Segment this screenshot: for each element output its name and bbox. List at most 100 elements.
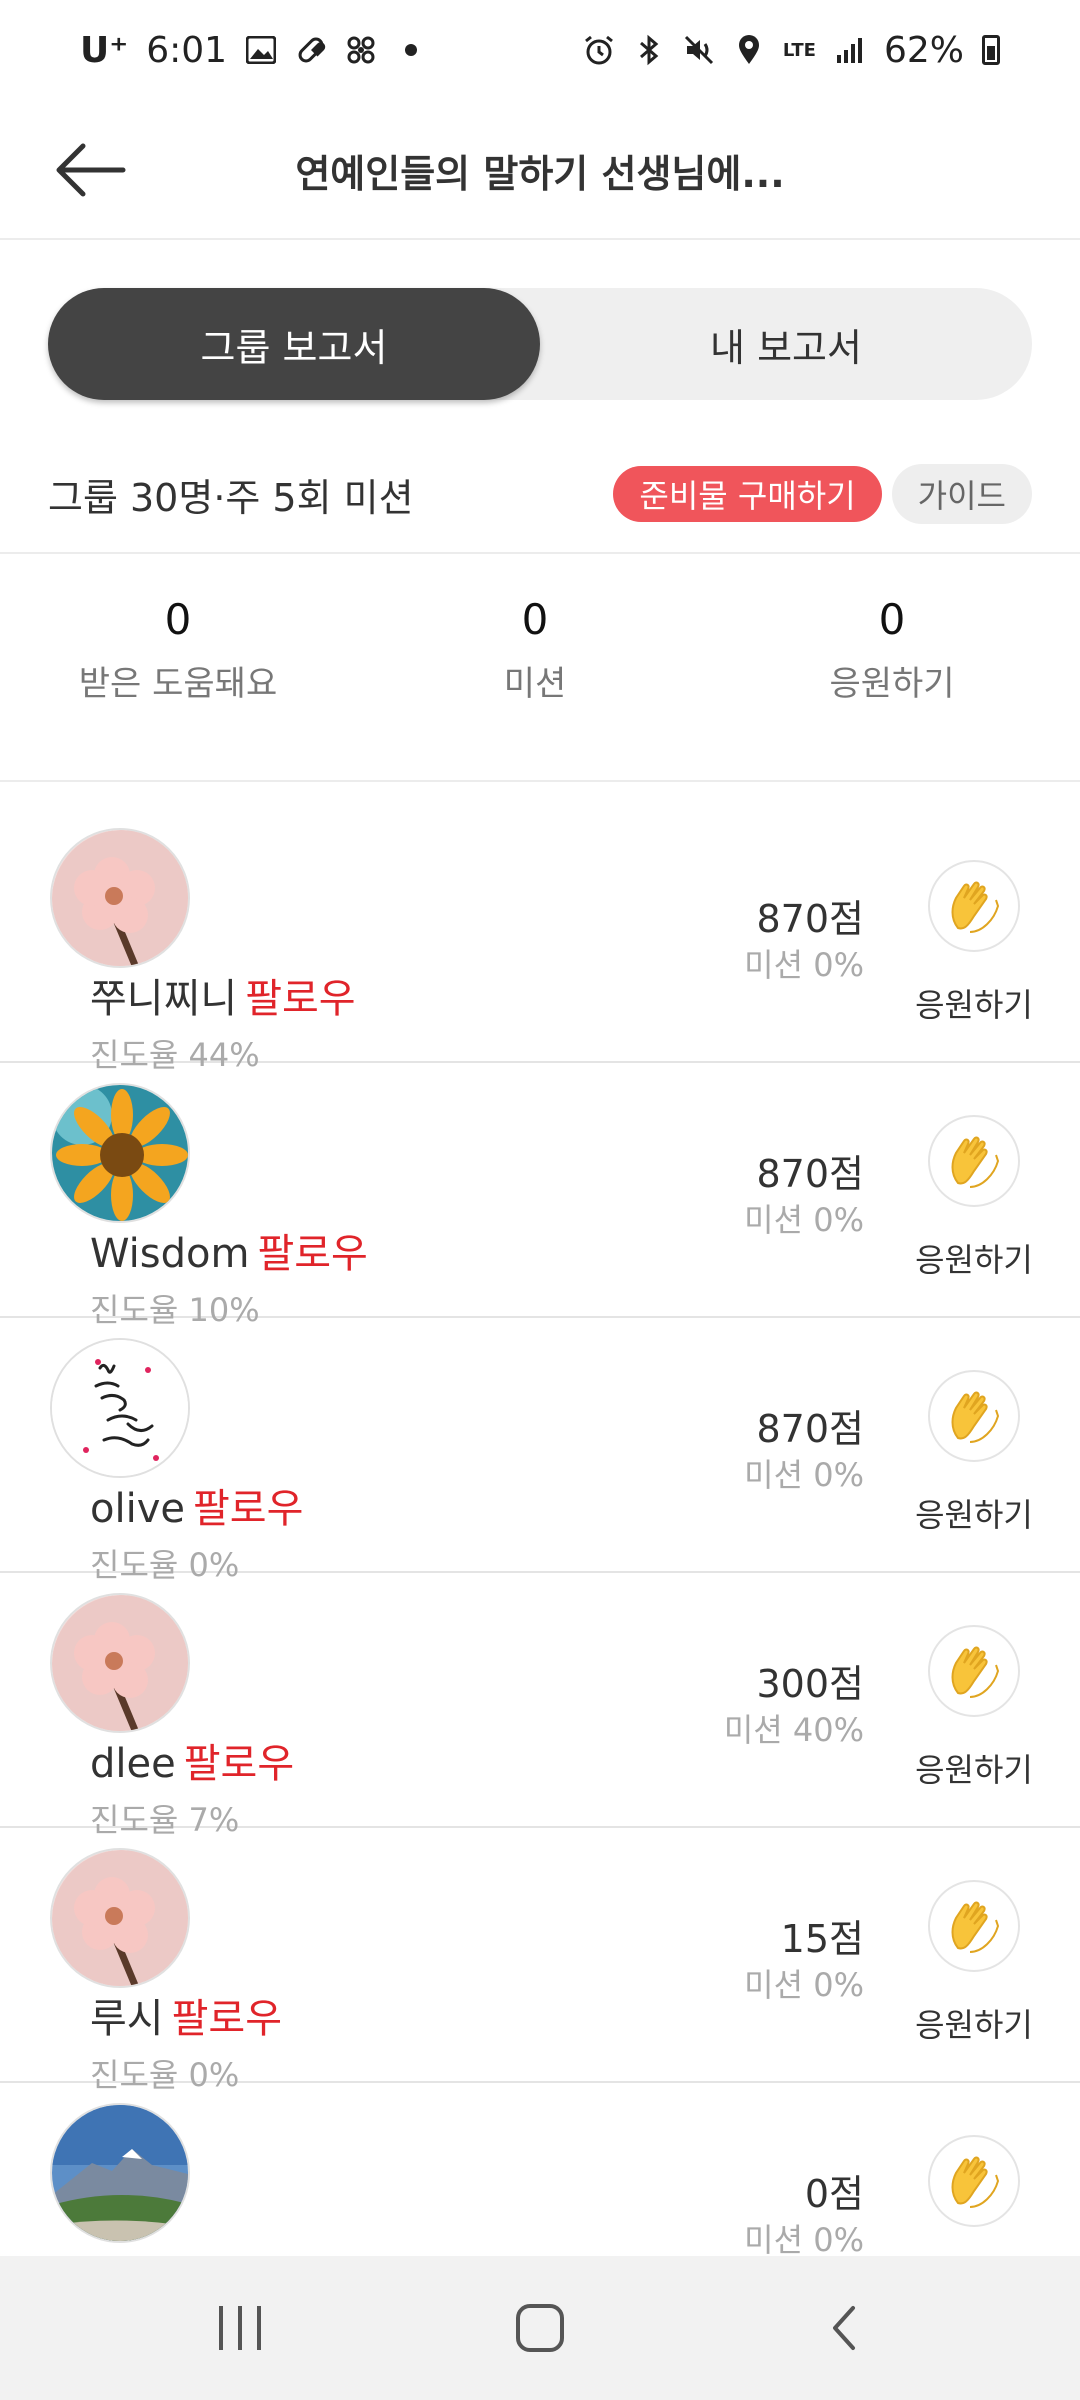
battery-icon <box>982 35 1000 65</box>
cheer-label: 응원하기 <box>915 2006 1033 2044</box>
list-item[interactable]: 0점 미션 0% <box>0 2083 1080 2258</box>
member-name: 루시 <box>90 1996 164 2042</box>
member-name-line: Wisdom 팔로우 <box>90 1221 368 1279</box>
avatar[interactable] <box>50 1083 190 1223</box>
chevron-left-icon <box>833 2306 855 2350</box>
member-name-line: olive 팔로우 <box>90 1476 303 1534</box>
clapping-hands-icon <box>951 1391 1000 1443</box>
plum-blossom-avatar <box>52 1850 188 1986</box>
status-bar: U⁺ 6:01 LTE 62% <box>0 0 1080 100</box>
member-name: olive <box>90 1486 185 1532</box>
notification-dot-icon <box>395 34 427 66</box>
alarm-icon <box>583 34 615 66</box>
battery-percent: 62% <box>883 29 964 71</box>
clapping-hands-icon <box>951 2156 1000 2208</box>
member-name: dlee <box>90 1741 176 1787</box>
member-name-line: 루시 팔로우 <box>90 1986 282 2044</box>
follow-button[interactable]: 팔로우 <box>257 1231 367 1277</box>
home-button[interactable] <box>500 2298 580 2358</box>
signal-icon <box>834 34 866 66</box>
system-back-button[interactable] <box>804 2298 884 2358</box>
stat-helpful: 0 받은 도움돼요 <box>18 590 338 705</box>
member-score: 0점 <box>804 2172 864 2216</box>
plum-blossom-avatar <box>52 1595 188 1731</box>
member-mission-rate: 미션 40% <box>723 1711 864 1749</box>
plum-blossom-avatar <box>52 830 188 966</box>
home-icon <box>516 2304 564 2352</box>
stat-mission-value: 0 <box>521 595 549 644</box>
clapping-hands-icon <box>951 881 1000 933</box>
member-mission-rate: 미션 0% <box>744 2221 864 2258</box>
fan-icon <box>345 34 377 66</box>
follow-button[interactable]: 팔로우 <box>245 976 355 1022</box>
member-score: 15점 <box>780 1917 864 1961</box>
list-item[interactable]: olive 팔로우 진도율 0% 870점 미션 0% 응원하기 <box>0 1318 1080 1584</box>
status-right: LTE 62% <box>583 30 1000 71</box>
arrow-left-icon <box>56 143 126 197</box>
mountain-avatar <box>52 2105 188 2241</box>
cheer-label: 응원하기 <box>915 986 1033 1024</box>
list-item[interactable]: 루시 팔로우 진도율 0% 15점 미션 0% 응원하기 <box>0 1828 1080 2094</box>
member-score: 300점 <box>756 1662 865 1706</box>
stat-mission: 0 미션 <box>375 590 695 705</box>
avatar[interactable] <box>50 1848 190 1988</box>
carrier-label: U⁺ <box>80 29 129 71</box>
gallery-icon <box>245 34 277 66</box>
divider <box>0 780 1080 782</box>
page-title: 연예인들의 말하기 선생님에... <box>295 151 785 196</box>
avatar[interactable] <box>50 1593 190 1733</box>
group-info-row: 그룹 30명·주 5회 미션 준비물 구매하기 가이드 <box>48 462 1032 526</box>
cheer-button[interactable] <box>928 2135 1020 2227</box>
system-nav-bar <box>0 2256 1080 2400</box>
stat-helpful-value: 0 <box>164 595 192 644</box>
member-mission-rate: 미션 0% <box>744 1201 864 1239</box>
list-item[interactable]: 쭈니찌니 팔로우 진도율 44% 870점 미션 0% 응원하기 <box>0 808 1080 1074</box>
member-score: 870점 <box>756 1407 865 1451</box>
network-label: LTE <box>782 39 816 61</box>
clapping-hands-icon <box>951 1136 1000 1188</box>
stats-summary: 0 받은 도움돼요 0 미션 0 응원하기 <box>0 590 1080 770</box>
status-left: U⁺ 6:01 <box>80 30 427 71</box>
avatar[interactable] <box>50 828 190 968</box>
cheer-button[interactable] <box>928 1370 1020 1462</box>
cheer-label: 응원하기 <box>915 1496 1033 1534</box>
recent-apps-button[interactable] <box>200 2298 280 2358</box>
member-mission-rate: 미션 0% <box>744 946 864 984</box>
avatar[interactable] <box>50 2103 190 2243</box>
clapping-hands-icon <box>951 1901 1000 1953</box>
stat-cheer: 0 응원하기 <box>732 590 1052 705</box>
clapping-hands-icon <box>951 1646 1000 1698</box>
stat-cheer-label: 응원하기 <box>829 664 955 704</box>
buy-supplies-button[interactable]: 준비물 구매하기 <box>613 466 882 522</box>
tab-my-report[interactable]: 내 보고서 <box>540 288 1032 400</box>
divider <box>0 552 1080 554</box>
guide-button[interactable]: 가이드 <box>891 464 1032 524</box>
mute-icon <box>683 34 715 66</box>
back-button[interactable] <box>50 130 130 210</box>
cheer-button[interactable] <box>928 860 1020 952</box>
list-item[interactable]: Wisdom 팔로우 진도율 10% 870점 미션 0% 응원하기 <box>0 1063 1080 1329</box>
sunflower-avatar <box>52 1085 188 1221</box>
member-list: 쭈니찌니 팔로우 진도율 44% 870점 미션 0% 응원하기 Wisdom 팔로… <box>0 808 1080 2258</box>
member-name: Wisdom <box>90 1231 250 1277</box>
location-icon <box>733 34 765 66</box>
calligraphy-avatar <box>52 1340 188 1476</box>
cheer-button[interactable] <box>928 1880 1020 1972</box>
tab-group-report[interactable]: 그룹 보고서 <box>48 288 540 400</box>
follow-button[interactable]: 팔로우 <box>193 1486 303 1532</box>
group-info-text: 그룹 30명·주 5회 미션 <box>48 475 414 520</box>
member-name: 쭈니찌니 <box>90 976 238 1022</box>
list-item[interactable]: dlee 팔로우 진도율 7% 300점 미션 40% 응원하기 <box>0 1573 1080 1839</box>
avatar[interactable] <box>50 1338 190 1478</box>
recent-apps-icon <box>219 2306 261 2350</box>
cheer-button[interactable] <box>928 1115 1020 1207</box>
stat-mission-label: 미션 <box>503 664 567 704</box>
follow-button[interactable]: 팔로우 <box>172 1996 282 2042</box>
app-header: 연예인들의 말하기 선생님에... <box>0 100 1080 240</box>
pill-icon <box>295 34 327 66</box>
status-time: 6:01 <box>146 29 228 71</box>
stat-cheer-value: 0 <box>878 595 906 644</box>
member-name-line: 쭈니찌니 팔로우 <box>90 966 356 1024</box>
cheer-button[interactable] <box>928 1625 1020 1717</box>
follow-button[interactable]: 팔로우 <box>184 1741 294 1787</box>
